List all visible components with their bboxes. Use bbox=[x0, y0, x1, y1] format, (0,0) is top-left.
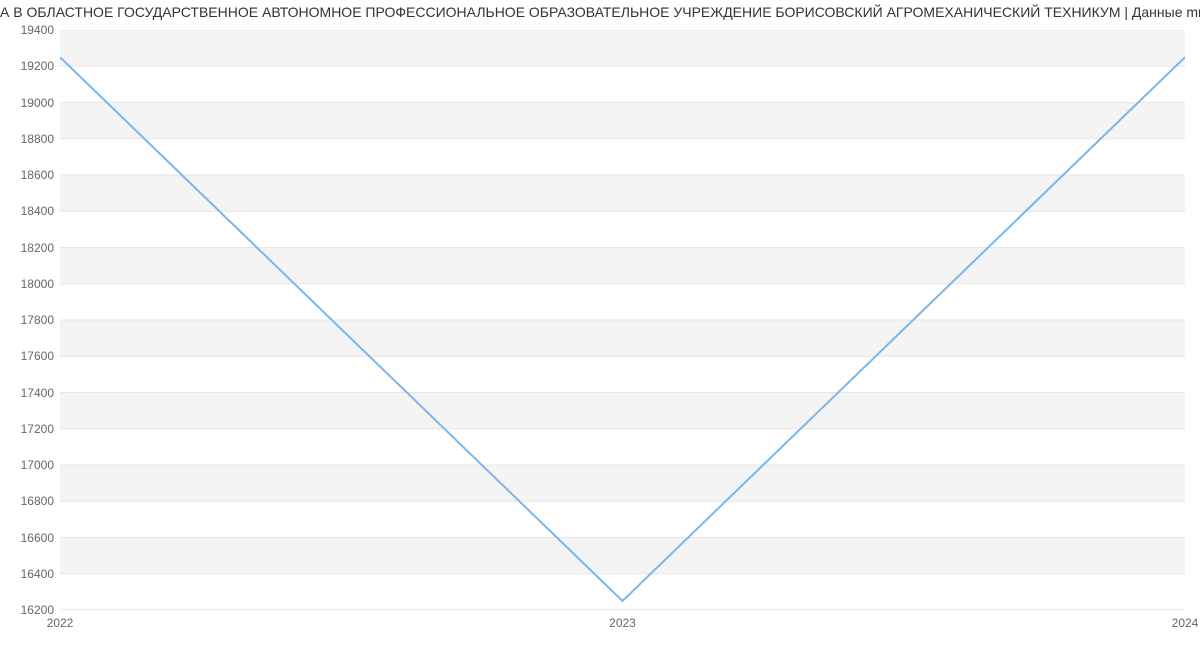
y-tick-label: 19200 bbox=[21, 59, 60, 73]
y-tick-label: 17400 bbox=[21, 386, 60, 400]
y-tick-label: 16600 bbox=[21, 531, 60, 545]
grid-band bbox=[60, 465, 1185, 501]
y-tick-label: 19000 bbox=[21, 96, 60, 110]
grid-band bbox=[60, 30, 1185, 66]
y-tick-label: 19400 bbox=[21, 23, 60, 37]
grid-band bbox=[60, 538, 1185, 574]
grid-band bbox=[60, 103, 1185, 139]
y-tick-label: 17200 bbox=[21, 422, 60, 436]
chart-title: А В ОБЛАСТНОЕ ГОСУДАРСТВЕННОЕ АВТОНОМНОЕ… bbox=[0, 4, 1200, 20]
y-tick-label: 17600 bbox=[21, 349, 60, 363]
y-tick-label: 16800 bbox=[21, 494, 60, 508]
x-tick-label: 2023 bbox=[609, 610, 636, 630]
grid-band bbox=[60, 320, 1185, 356]
grid-band bbox=[60, 175, 1185, 211]
x-tick-label: 2022 bbox=[47, 610, 74, 630]
y-tick-label: 18600 bbox=[21, 168, 60, 182]
y-tick-label: 18200 bbox=[21, 241, 60, 255]
plot-area: 1620016400166001680017000172001740017600… bbox=[60, 30, 1185, 610]
y-tick-label: 16200 bbox=[21, 603, 60, 617]
grid-band bbox=[60, 248, 1185, 284]
y-tick-label: 18800 bbox=[21, 132, 60, 146]
chart-svg bbox=[60, 30, 1185, 610]
y-tick-label: 18400 bbox=[21, 204, 60, 218]
grid-band bbox=[60, 393, 1185, 429]
y-tick-label: 18000 bbox=[21, 277, 60, 291]
y-tick-label: 17800 bbox=[21, 313, 60, 327]
y-tick-label: 16400 bbox=[21, 567, 60, 581]
x-tick-label: 2024 bbox=[1172, 610, 1199, 630]
y-tick-label: 17000 bbox=[21, 458, 60, 472]
